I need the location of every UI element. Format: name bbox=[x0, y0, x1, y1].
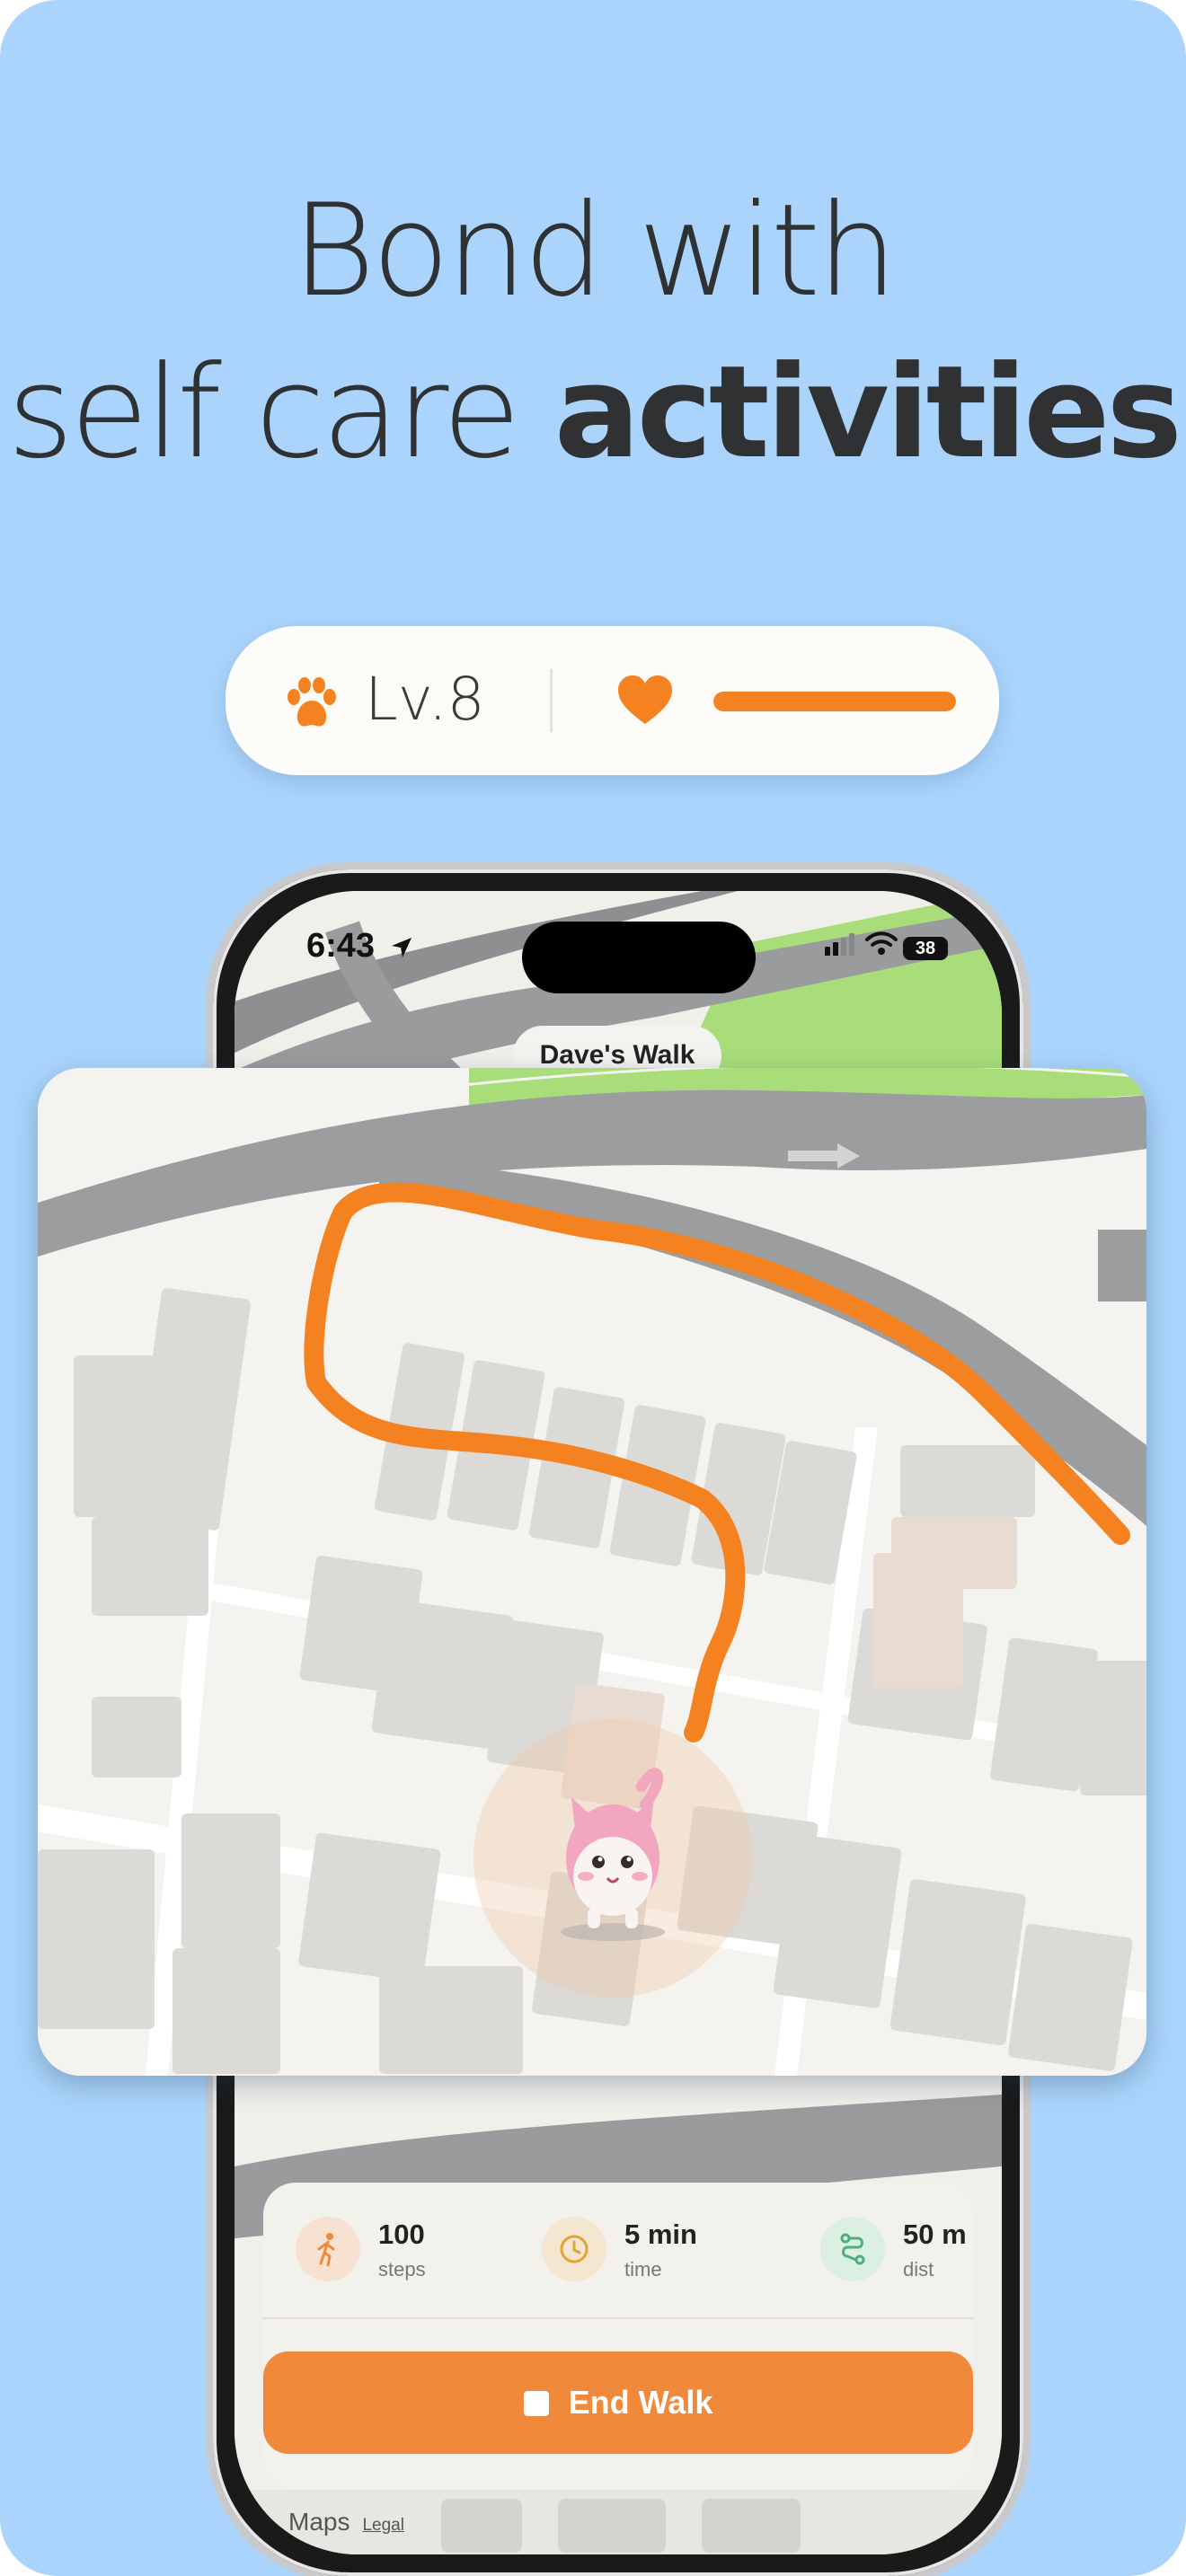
affection-bar-fill bbox=[713, 692, 956, 711]
headline-line-1: Bond with bbox=[291, 177, 898, 325]
walking-icon bbox=[317, 2233, 335, 2267]
signal-icon bbox=[825, 933, 855, 956]
walk-map[interactable] bbox=[38, 1068, 1146, 2076]
heart-icon bbox=[618, 675, 672, 724]
stat-icon-bg bbox=[296, 2217, 360, 2281]
maps-attribution: Maps Legal bbox=[288, 2508, 404, 2536]
stat-unit: dist bbox=[903, 2258, 934, 2280]
stat-icon-bg bbox=[542, 2217, 606, 2281]
legal-link[interactable]: Legal bbox=[362, 2516, 404, 2535]
stats-divider bbox=[263, 2317, 973, 2319]
stat-unit: steps bbox=[378, 2258, 426, 2280]
status-time-text: 6:43 bbox=[306, 927, 376, 965]
headline: Bond with self care activities bbox=[0, 171, 1186, 494]
walk-map-card bbox=[38, 1068, 1146, 2076]
end-walk-button[interactable]: End Walk bbox=[263, 2351, 973, 2454]
pet-level-card: Lv.8 bbox=[226, 626, 999, 775]
headline-regular: self care bbox=[7, 339, 554, 487]
route-icon bbox=[840, 2233, 865, 2265]
wifi-icon bbox=[864, 931, 898, 955]
end-walk-label: End Walk bbox=[568, 2384, 713, 2421]
promo-canvas: Bond with self care activities Lv.8 6:43… bbox=[0, 0, 1186, 2576]
stat-unit: time bbox=[624, 2258, 662, 2280]
headline-line-2: self care activities bbox=[0, 332, 1186, 494]
stat-value: 5 min bbox=[624, 2219, 697, 2250]
clock-icon bbox=[560, 2235, 589, 2263]
dynamic-island bbox=[522, 922, 756, 993]
level-label: Lv.8 bbox=[365, 665, 485, 734]
location-arrow-icon bbox=[391, 938, 412, 957]
headline-bold: activities bbox=[553, 339, 1182, 487]
status-icons: 38 bbox=[823, 931, 948, 962]
status-time: 6:43 bbox=[306, 927, 413, 966]
divider bbox=[550, 669, 553, 732]
stat-value: 50 m bbox=[903, 2219, 967, 2250]
paw-icon bbox=[288, 677, 336, 727]
walk-stats-panel: 100 steps 5 min time 50 m dist End Walk bbox=[263, 2183, 973, 2488]
stop-icon bbox=[523, 2391, 549, 2416]
stat-icon-bg bbox=[820, 2217, 885, 2281]
maps-label: Maps bbox=[288, 2508, 350, 2536]
affection-bar bbox=[713, 692, 956, 711]
stat-value: 100 bbox=[378, 2219, 425, 2250]
battery-icon: 38 bbox=[903, 937, 948, 960]
